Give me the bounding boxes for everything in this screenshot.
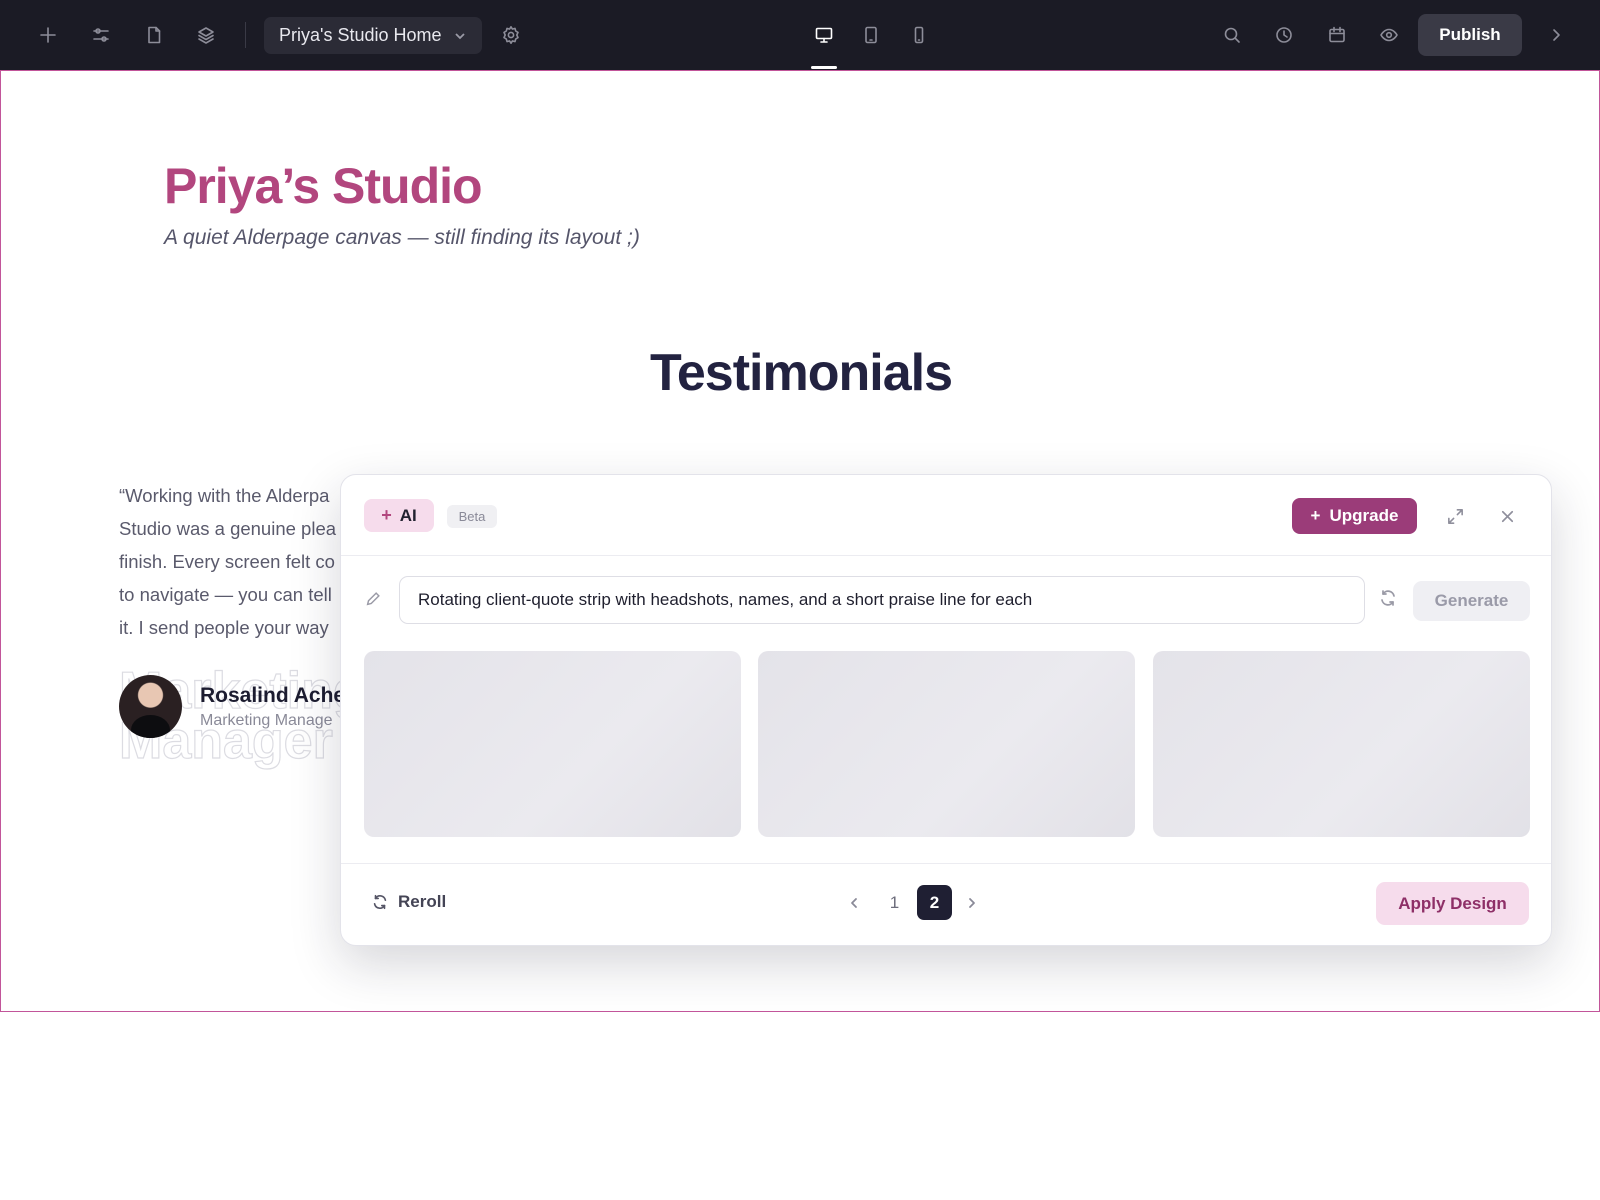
page-canvas: Priya’s Studio A quiet Alderpage canvas … <box>0 70 1600 1012</box>
close-icon[interactable] <box>1493 502 1521 530</box>
upgrade-button[interactable]: + Upgrade <box>1292 498 1417 534</box>
design-preview-placeholder[interactable] <box>364 651 741 837</box>
mobile-icon[interactable] <box>903 19 935 51</box>
expand-icon[interactable] <box>1441 502 1469 530</box>
active-device-indicator <box>811 66 837 69</box>
author-avatar <box>119 675 182 738</box>
quote-line: Studio was a genuine plea <box>119 518 337 539</box>
ai-design-dialog: + AI Beta + Upgrade Generate <box>340 474 1552 946</box>
dialog-footer: Reroll 1 2 Apply Design <box>341 863 1551 947</box>
next-page-icon[interactable] <box>959 890 985 916</box>
page-number[interactable]: 1 <box>877 885 912 920</box>
reroll-icon <box>373 894 387 910</box>
testimonials-heading[interactable]: Testimonials <box>1 343 1599 403</box>
quote-line: to navigate — you can tell <box>119 584 332 605</box>
site-title[interactable]: Priya’s Studio <box>164 157 483 215</box>
design-preview-placeholder[interactable] <box>758 651 1135 837</box>
prev-page-icon[interactable] <box>841 890 867 916</box>
desktop-icon[interactable] <box>808 19 840 51</box>
pencil-icon <box>364 590 384 610</box>
quote-line: it. I send people your way <box>119 617 329 638</box>
tablet-icon[interactable] <box>855 19 887 51</box>
ai-label: AI <box>399 505 417 525</box>
apply-design-button[interactable]: Apply Design <box>1376 882 1529 925</box>
publish-button[interactable]: Publish <box>1418 14 1522 56</box>
author-name[interactable]: Rosalind Achel <box>200 684 340 708</box>
dialog-header: + AI Beta + Upgrade <box>341 475 1551 556</box>
beta-badge: Beta <box>447 505 497 528</box>
gear-icon[interactable] <box>495 19 527 51</box>
sliders-icon[interactable] <box>85 19 117 51</box>
sparkle-plus-icon: + <box>381 505 392 525</box>
reroll-button[interactable]: Reroll <box>371 892 446 912</box>
testimonial-quote[interactable]: “Working with the Alderpa Studio was a g… <box>119 479 349 644</box>
ai-badge: + AI <box>364 499 434 532</box>
layers-icon[interactable] <box>190 19 222 51</box>
chevron-right-icon[interactable] <box>1540 19 1572 51</box>
page-selector[interactable]: Priya's Studio Home <box>264 17 482 54</box>
page-number-active[interactable]: 2 <box>917 885 952 920</box>
page-icon[interactable] <box>138 19 170 51</box>
toolbar-divider <box>245 22 246 48</box>
chevron-down-icon <box>455 32 465 39</box>
history-icon[interactable] <box>1268 19 1300 51</box>
quote-line: “Working with the Alderpa <box>119 485 330 506</box>
design-preview-placeholder[interactable] <box>1153 651 1530 837</box>
generate-button[interactable]: Generate <box>1413 581 1530 621</box>
upgrade-label: Upgrade <box>1329 506 1399 525</box>
preview-eye-icon[interactable] <box>1373 19 1405 51</box>
search-icon[interactable] <box>1216 19 1248 51</box>
prompt-input[interactable] <box>399 576 1365 624</box>
author-role[interactable]: Marketing Manage <box>200 712 340 730</box>
plus-icon[interactable] <box>32 19 64 51</box>
quote-line: finish. Every screen felt co <box>119 551 335 572</box>
plus-icon: + <box>1310 506 1321 525</box>
calendar-icon[interactable] <box>1321 19 1353 51</box>
top-toolbar: Priya's Studio Home Publish <box>0 0 1600 70</box>
site-tagline[interactable]: A quiet Alderpage canvas — still finding… <box>164 226 640 250</box>
reroll-label: Reroll <box>398 892 447 911</box>
refresh-icon[interactable] <box>1378 588 1402 612</box>
page-selector-label: Priya's Studio Home <box>279 25 442 45</box>
